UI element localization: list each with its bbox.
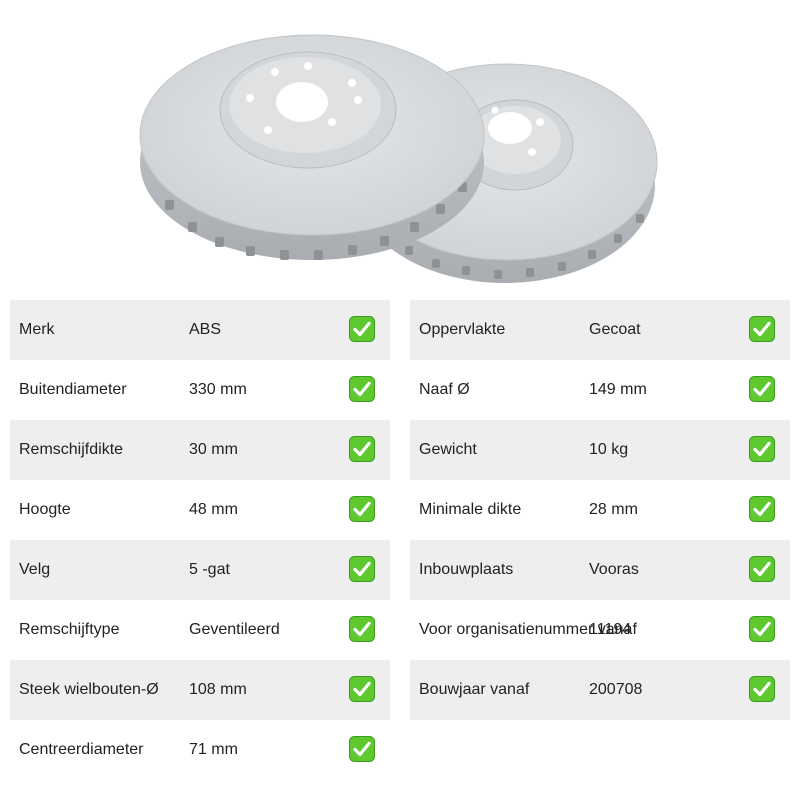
check-icon (349, 676, 375, 702)
spec-row: Voor organisatienummer vanaf 11194 (410, 600, 790, 660)
check-icon (349, 316, 375, 342)
spec-value-remschijfdikte: 30 mm (189, 441, 238, 458)
spec-value-buitendiameter: 330 mm (189, 381, 247, 398)
spec-value-velg: 5 -gat (189, 561, 230, 578)
spec-value-centreerdiameter: 71 mm (189, 741, 238, 758)
spec-table-left: Merk ABS Buitendiameter 330 mm Remschijf… (10, 300, 390, 780)
spec-label-remschijfdikte: Remschijfdikte (19, 441, 124, 458)
spec-row: Bouwjaar vanaf 200708 (410, 660, 790, 720)
spec-label-oppervlakte: Oppervlakte (419, 321, 506, 338)
spec-label-inbouwplaats: Inbouwplaats (419, 561, 514, 578)
spec-row: Inbouwplaats Vooras (410, 540, 790, 600)
spec-row: Oppervlakte Gecoat (410, 300, 790, 360)
spec-value-remschijftype: Geventileerd (189, 621, 280, 638)
spec-value-hoogte: 48 mm (189, 501, 238, 518)
check-icon (749, 676, 775, 702)
check-icon (349, 436, 375, 462)
spec-row: Steek wielbouten-Ø 108 mm (10, 660, 390, 720)
spec-label-minimale-dikte: Minimale dikte (419, 501, 522, 518)
spec-label-bouwjaar: Bouwjaar vanaf (419, 681, 530, 698)
check-icon (749, 316, 775, 342)
check-icon (749, 376, 775, 402)
spec-row: Remschijfdikte 30 mm (10, 420, 390, 480)
spec-row: Minimale dikte 28 mm (410, 480, 790, 540)
spec-row: Remschijftype Geventileerd (10, 600, 390, 660)
check-icon (749, 556, 775, 582)
spec-label-steek-wielbouten: Steek wielbouten-Ø (19, 681, 159, 698)
check-icon (349, 616, 375, 642)
spec-value-inbouwplaats: Vooras (589, 561, 639, 578)
spec-value-organisatienummer: 11194 (589, 621, 632, 638)
spec-row: Hoogte 48 mm (10, 480, 390, 540)
check-icon (749, 496, 775, 522)
check-icon (349, 736, 375, 762)
spec-label-merk: Merk (19, 321, 55, 338)
spec-value-oppervlakte: Gecoat (589, 321, 641, 338)
spec-value-minimale-dikte: 28 mm (589, 501, 638, 518)
brake-disc-image (139, 34, 658, 283)
check-icon (749, 436, 775, 462)
check-icon (349, 376, 375, 402)
spec-label-hoogte: Hoogte (19, 501, 71, 518)
spec-label-velg: Velg (19, 561, 51, 578)
spec-row: Merk ABS (10, 300, 390, 360)
spec-label-centreerdiameter: Centreerdiameter (19, 741, 144, 758)
spec-row: Naaf Ø 149 mm (410, 360, 790, 420)
spec-row: Centreerdiameter 71 mm (10, 720, 390, 780)
spec-row: Gewicht 10 kg (410, 420, 790, 480)
spec-label-naaf: Naaf Ø (419, 381, 470, 398)
check-icon (349, 496, 375, 522)
spec-value-bouwjaar: 200708 (589, 681, 643, 698)
spec-value-naaf: 149 mm (589, 381, 647, 398)
spec-row: Buitendiameter 330 mm (10, 360, 390, 420)
spec-table-right: Oppervlakte Gecoat Naaf Ø 149 mm Gewicht… (410, 300, 790, 720)
spec-value-merk: ABS (189, 321, 222, 338)
spec-row: Velg 5 -gat (10, 540, 390, 600)
spec-value-gewicht: 10 kg (589, 441, 629, 458)
check-icon (349, 556, 375, 582)
spec-value-steek-wielbouten: 108 mm (189, 681, 247, 698)
spec-label-gewicht: Gewicht (419, 441, 477, 458)
check-icon (749, 616, 775, 642)
spec-label-remschijftype: Remschijftype (19, 621, 120, 638)
brake-disc-front (139, 34, 485, 260)
spec-label-buitendiameter: Buitendiameter (19, 381, 127, 398)
